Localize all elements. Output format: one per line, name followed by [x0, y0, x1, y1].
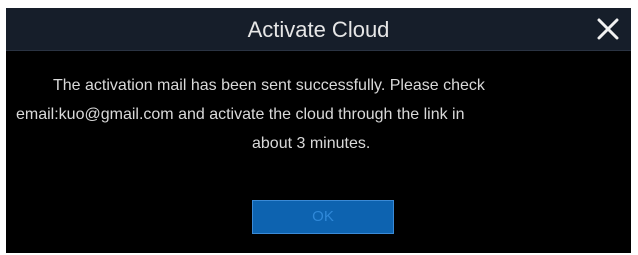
message-line-2: email:kuo@gmail.com and activate the clo…	[16, 106, 465, 123]
close-icon	[597, 18, 619, 40]
message-line-1: The activation mail has been sent succes…	[53, 77, 485, 94]
close-button[interactable]	[591, 12, 625, 46]
message-line-3: about 3 minutes.	[252, 135, 371, 152]
dialog-title: Activate Cloud	[247, 17, 390, 42]
dialog-title-bar: Activate Cloud	[6, 8, 631, 51]
ok-button[interactable]: OK	[252, 200, 394, 234]
activate-cloud-dialog: Activate Cloud The activation mail has b…	[6, 8, 631, 253]
dialog-body: The activation mail has been sent succes…	[6, 51, 631, 253]
activation-message: The activation mail has been sent succes…	[6, 71, 631, 158]
